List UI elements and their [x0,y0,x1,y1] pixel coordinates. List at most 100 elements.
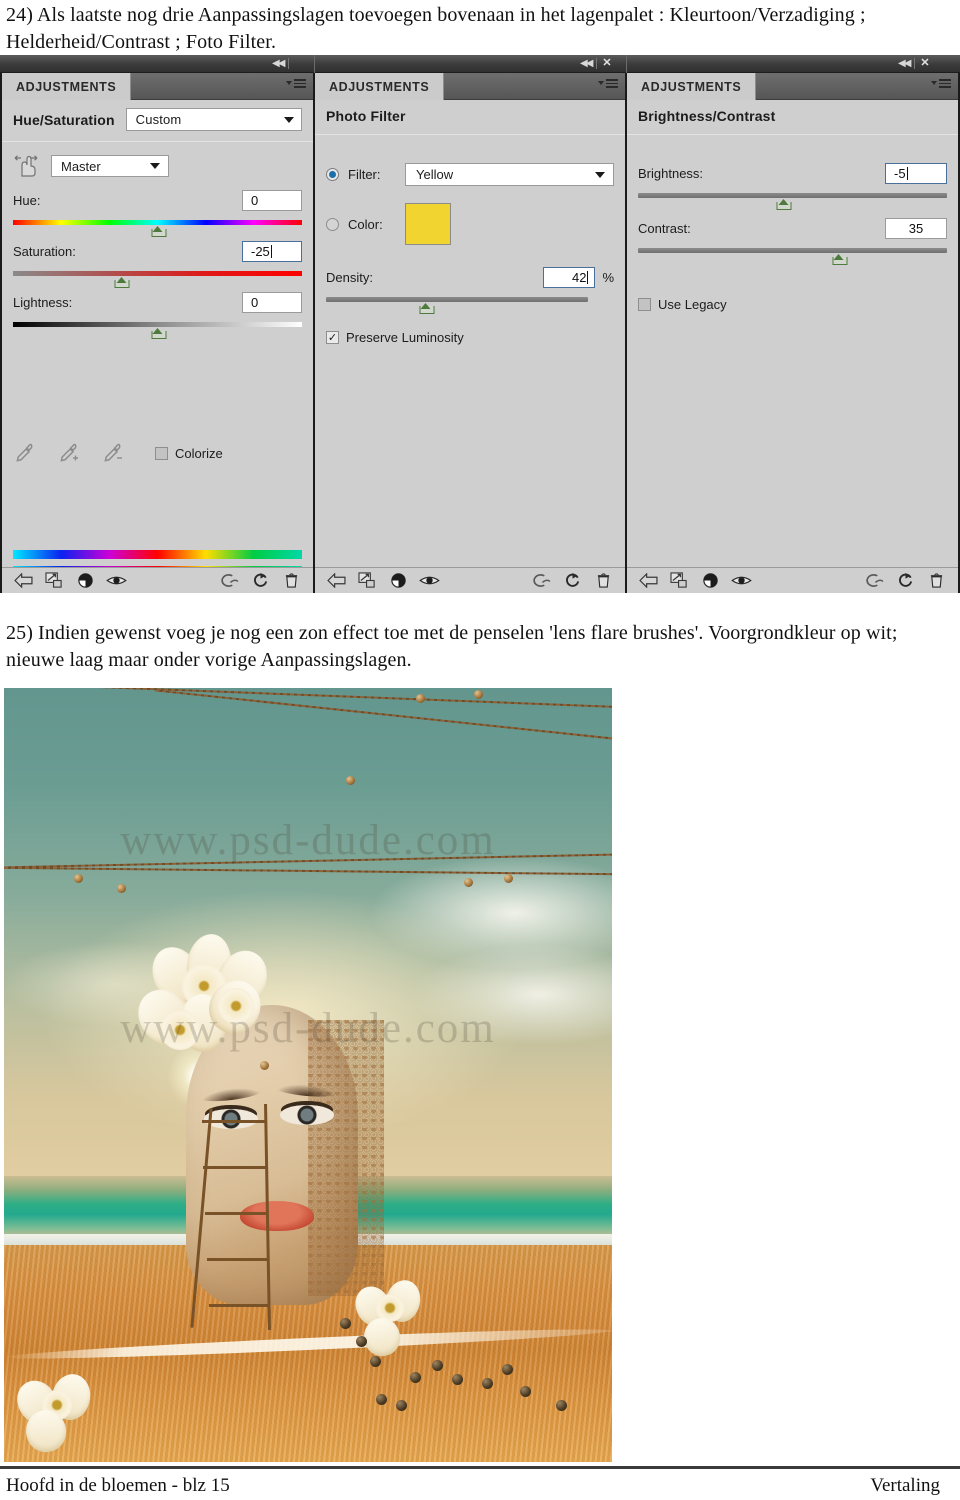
chevron-down-icon [284,116,294,123]
preserve-luminosity-row[interactable]: ✓ Preserve Luminosity [326,330,614,345]
reset-adjustment-icon[interactable] [557,571,588,591]
pearl [410,1372,421,1383]
tab-label: ADJUSTMENTS [16,79,117,94]
view-previous-state-icon[interactable] [859,571,890,591]
forehead-jewel [259,1061,269,1071]
preserve-luminosity-checkbox[interactable]: ✓ [326,331,339,344]
tab-label: ADJUSTMENTS [641,79,742,94]
pearl [432,1360,443,1371]
hue-slider[interactable] [13,218,302,237]
toggle-visibility-icon[interactable] [414,571,445,591]
lightness-slider[interactable] [13,320,302,339]
contrast-value-input[interactable]: 35 [885,218,947,239]
view-adjustment-icon[interactable] [695,571,726,591]
reset-adjustment-icon[interactable] [245,571,276,591]
view-adjustment-icon[interactable] [383,571,414,591]
saturation-slider[interactable] [13,269,302,288]
panel-title-photo-filter: Photo Filter [326,108,406,124]
chevron-down-icon [150,163,160,169]
density-label: Density: [326,270,373,285]
use-legacy-label: Use Legacy [658,297,727,312]
color-radio[interactable] [326,217,339,231]
view-adjustment-icon[interactable] [70,571,101,591]
back-arrow-icon[interactable] [633,571,664,591]
toggle-visibility-icon[interactable] [101,571,132,591]
close-icon-2[interactable]: ✕ [602,57,611,70]
color-swatch[interactable] [405,203,451,245]
titlebar-divider-3 [914,58,916,69]
density-value-input[interactable]: 42 [543,267,596,288]
photo-filter-panel: ADJUSTMENTS Photo Filter Filter: Yellow [315,73,627,593]
view-previous-state-icon[interactable] [214,571,245,591]
delete-adjustment-icon[interactable] [921,571,952,591]
brightness-slider[interactable] [638,191,947,210]
hue-value-input[interactable]: 0 [242,190,302,211]
tutorial-result-artwork: www.psd-dude.com www.psd-dude.com [4,688,612,1462]
contrast-slider-thumb[interactable] [832,254,848,265]
ladder-rung [202,1120,266,1123]
spectrum-gap [13,559,302,566]
reset-adjustment-icon[interactable] [890,571,921,591]
preset-dropdown-hue-saturation[interactable]: Custom [125,108,302,131]
brightness-value-input[interactable]: -5 [885,163,947,184]
saturation-slider-thumb[interactable] [114,277,130,288]
channel-dropdown-master[interactable]: Master [51,155,169,177]
collapse-chevrons-icon-3[interactable]: ◀◀ [898,57,911,70]
clip-to-layer-icon[interactable] [39,571,70,591]
channel-row: Master [13,154,302,178]
titlebar-divider-2 [596,58,598,69]
lips [239,1201,314,1232]
panel-window-titlebar: ◀◀ ◀◀ ✕ ◀◀ ✕ [0,55,960,73]
tab-adjustments-2[interactable]: ADJUSTMENTS [315,73,445,100]
lightness-value-input[interactable]: 0 [242,292,302,313]
lightness-gradient-bar [13,322,302,327]
hue-slider-thumb[interactable] [151,226,166,237]
close-icon-3[interactable]: ✕ [920,57,929,70]
collapse-chevrons-icon-1[interactable]: ◀◀ [272,57,285,70]
delete-adjustment-icon[interactable] [276,571,307,591]
panel-menu-icon-1[interactable] [286,79,306,88]
lightness-slider-thumb[interactable] [151,328,166,339]
pearl [482,1378,493,1389]
view-previous-state-icon[interactable] [526,571,557,591]
use-legacy-checkbox[interactable] [638,298,651,311]
menu-triangle-icon [931,81,937,86]
clip-to-layer-icon[interactable] [664,571,695,591]
on-image-adjustment-icon[interactable] [13,154,39,178]
eyedropper-subtract-icon[interactable] [101,441,125,465]
clip-to-layer-icon[interactable] [352,571,383,591]
contrast-slider[interactable] [638,246,947,265]
brightness-row: Brightness: -5 [638,163,947,184]
watermark-top: www.psd-dude.com [120,817,496,864]
eyedropper-icon[interactable] [13,441,37,465]
eyedropper-add-icon[interactable] [57,441,81,465]
back-arrow-icon[interactable] [8,571,39,591]
use-legacy-row[interactable]: Use Legacy [638,297,947,312]
filter-dropdown[interactable]: Yellow [405,163,614,186]
lightness-value: 0 [251,295,259,310]
hue-value: 0 [251,193,259,208]
toggle-visibility-icon[interactable] [726,571,757,591]
saturation-value-input[interactable]: -25 [242,241,302,262]
colorize-checkbox-row[interactable]: Colorize [155,446,223,461]
chain-bead [74,874,83,883]
contrast-label: Contrast: [638,221,691,236]
panel-menu-icon-2[interactable] [598,79,618,88]
spectrum-bar-top [13,550,302,559]
panel-menu-icon-3[interactable] [931,79,951,88]
tab-adjustments-1[interactable]: ADJUSTMENTS [2,73,132,100]
filter-radio[interactable] [326,168,339,181]
density-slider[interactable] [326,295,588,314]
panel-title-row-1: Hue/Saturation Custom [2,100,313,138]
back-arrow-icon[interactable] [321,571,352,591]
panel-title-brightness-contrast: Brightness/Contrast [638,108,776,124]
delete-adjustment-icon[interactable] [588,571,619,591]
saturation-row: Saturation: -25 [13,241,302,262]
collapse-chevrons-icon-2[interactable]: ◀◀ [580,57,593,70]
tab-adjustments-3[interactable]: ADJUSTMENTS [627,73,757,100]
density-slider-thumb[interactable] [419,303,435,314]
dispersion-effect [307,1020,384,1297]
eye-right [279,1105,334,1126]
colorize-checkbox[interactable] [155,446,168,460]
brightness-slider-thumb[interactable] [776,199,792,210]
